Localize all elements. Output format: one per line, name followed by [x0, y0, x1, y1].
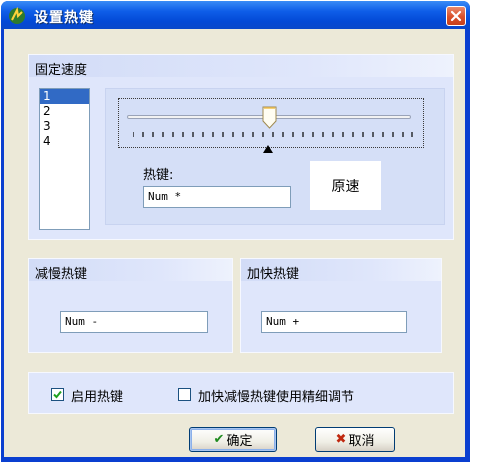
cancel-x-icon: ✖ [335, 432, 347, 447]
slow-down-group: 减慢热键 [28, 258, 233, 353]
speed-up-group: 加快热键 [240, 258, 442, 353]
slider-thumb[interactable] [262, 106, 277, 129]
speed-up-hotkey-input[interactable]: Num + [261, 311, 407, 333]
speed-listbox[interactable]: 1 2 3 4 [39, 88, 90, 230]
ok-button[interactable]: ✔ 确定 [189, 427, 277, 452]
checkmark-icon: ✔ [213, 432, 225, 447]
title-bar[interactable]: 设置热键 [1, 1, 470, 30]
list-item[interactable]: 2 [40, 104, 89, 119]
fine-adjust-label[interactable]: 加快减慢热键使用精细调节 [198, 386, 354, 405]
fixed-hotkey-input[interactable]: Num * [143, 186, 291, 208]
cancel-label: 取消 [348, 434, 375, 449]
ok-label: 确定 [226, 434, 253, 449]
speed-up-title: 加快热键 [247, 267, 300, 282]
fixed-speed-header: 固定速度 [29, 55, 453, 78]
hotkey-label: 热键: [143, 168, 174, 183]
reset-speed-button[interactable]: 原速 [310, 161, 381, 210]
enable-hotkeys-label[interactable]: 启用热键 [71, 386, 123, 405]
fine-adjust-checkbox[interactable] [178, 388, 191, 401]
slow-down-header: 减慢热键 [29, 259, 232, 282]
list-item[interactable]: 1 [40, 89, 89, 104]
speed-slider[interactable] [118, 98, 424, 148]
window-title: 设置热键 [34, 10, 94, 26]
app-icon [9, 7, 25, 24]
check-icon [53, 390, 62, 399]
speed-up-header: 加快热键 [241, 259, 441, 282]
close-icon [450, 10, 462, 22]
enable-hotkeys-checkbox[interactable] [51, 388, 64, 401]
close-button[interactable] [446, 6, 466, 26]
list-item[interactable]: 3 [40, 119, 89, 134]
slow-down-hotkey-input[interactable]: Num - [60, 311, 208, 333]
slider-ticks [133, 132, 413, 137]
slider-pointer-icon [263, 145, 273, 153]
fixed-speed-title: 固定速度 [35, 63, 88, 78]
list-item[interactable]: 4 [40, 134, 89, 149]
slow-down-title: 减慢热键 [35, 267, 88, 282]
cancel-button[interactable]: ✖ 取消 [315, 427, 395, 452]
